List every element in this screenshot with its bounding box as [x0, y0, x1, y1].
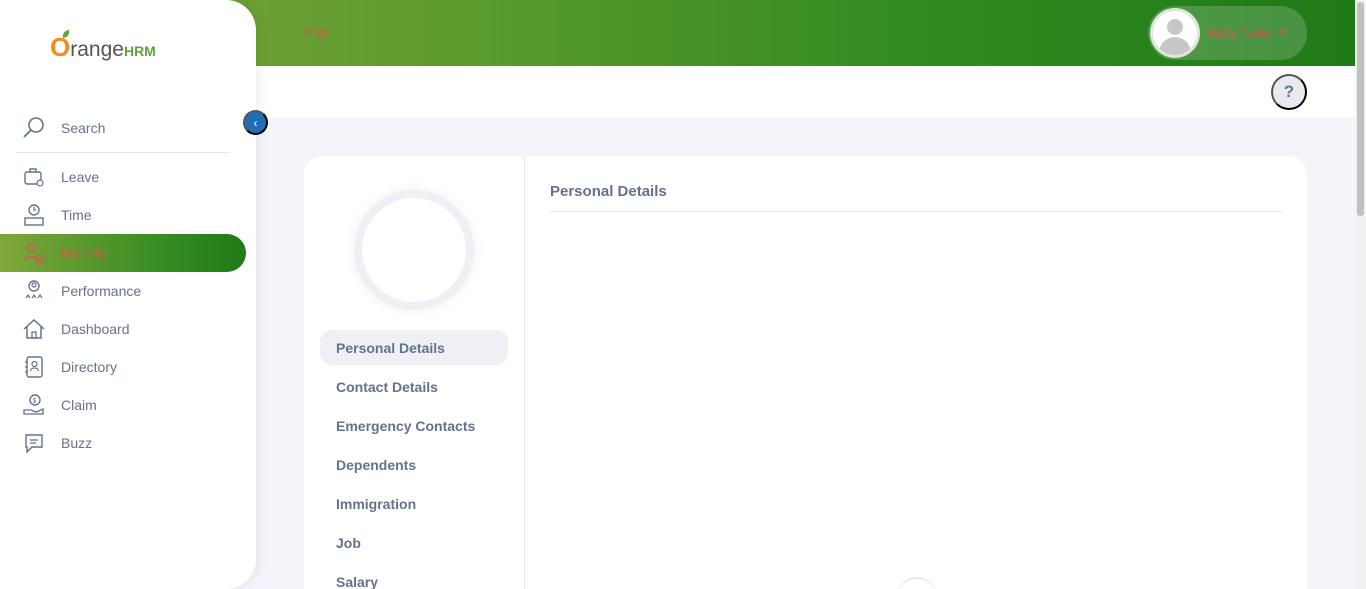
sidebar-item-performance[interactable]: Performance [0, 272, 246, 310]
my-info-icon [23, 243, 45, 264]
tab-salary[interactable]: Salary [320, 564, 508, 589]
section-title: Personal Details [550, 183, 667, 200]
claim-icon: $ [23, 394, 44, 415]
tab-immigration[interactable]: Immigration [320, 486, 508, 521]
chevron-left-icon: ‹ [253, 115, 258, 130]
sidebar-item-my-info[interactable]: My Info [0, 234, 246, 272]
user-avatar [1150, 8, 1200, 58]
directory-icon [25, 356, 43, 378]
sidebar-item-directory[interactable]: Directory [0, 348, 246, 386]
time-icon [24, 204, 44, 226]
module-title: PIM [304, 25, 329, 41]
search-icon [23, 117, 44, 138]
svg-text:$: $ [33, 398, 37, 405]
card-divider [524, 156, 525, 589]
sidebar-item-claim[interactable]: $ Claim [0, 386, 246, 424]
search-divider [16, 152, 230, 153]
sidebar-item-time[interactable]: Time [0, 196, 246, 234]
user-name: Kirby Turner [1209, 26, 1275, 40]
user-dropdown[interactable]: Kirby Turner ▼ [1148, 6, 1307, 60]
sidebar-search-label: Search [61, 120, 106, 136]
profile-picture[interactable] [362, 198, 466, 302]
performance-icon [25, 280, 43, 299]
dashboard-icon [23, 318, 45, 339]
buzz-icon [25, 434, 43, 454]
tab-emergency-contacts[interactable]: Emergency Contacts [320, 408, 508, 443]
tab-job[interactable]: Job [320, 525, 508, 560]
scrollbar-thumb[interactable] [1357, 2, 1364, 216]
sidebar-item-leave[interactable]: Leave [0, 158, 246, 196]
sidebar-item-dashboard[interactable]: Dashboard [0, 310, 246, 348]
sidebar-item-buzz[interactable]: Buzz [0, 424, 246, 462]
sidebar-collapse-button[interactable]: ‹ [243, 110, 268, 135]
tab-personal-details[interactable]: Personal Details [320, 330, 508, 365]
tab-dependents[interactable]: Dependents [320, 447, 508, 482]
help-button[interactable]: ? [1271, 74, 1307, 110]
tab-contact-details[interactable]: Contact Details [320, 369, 508, 404]
sidebar: OrangeHRM Search Leave Time My Info Perf… [0, 0, 256, 589]
caret-down-icon: ▼ [1278, 27, 1289, 39]
sidebar-search[interactable]: Search [0, 109, 246, 147]
leave-icon [24, 168, 44, 187]
sub-header [256, 66, 1355, 118]
section-divider [550, 211, 1282, 212]
